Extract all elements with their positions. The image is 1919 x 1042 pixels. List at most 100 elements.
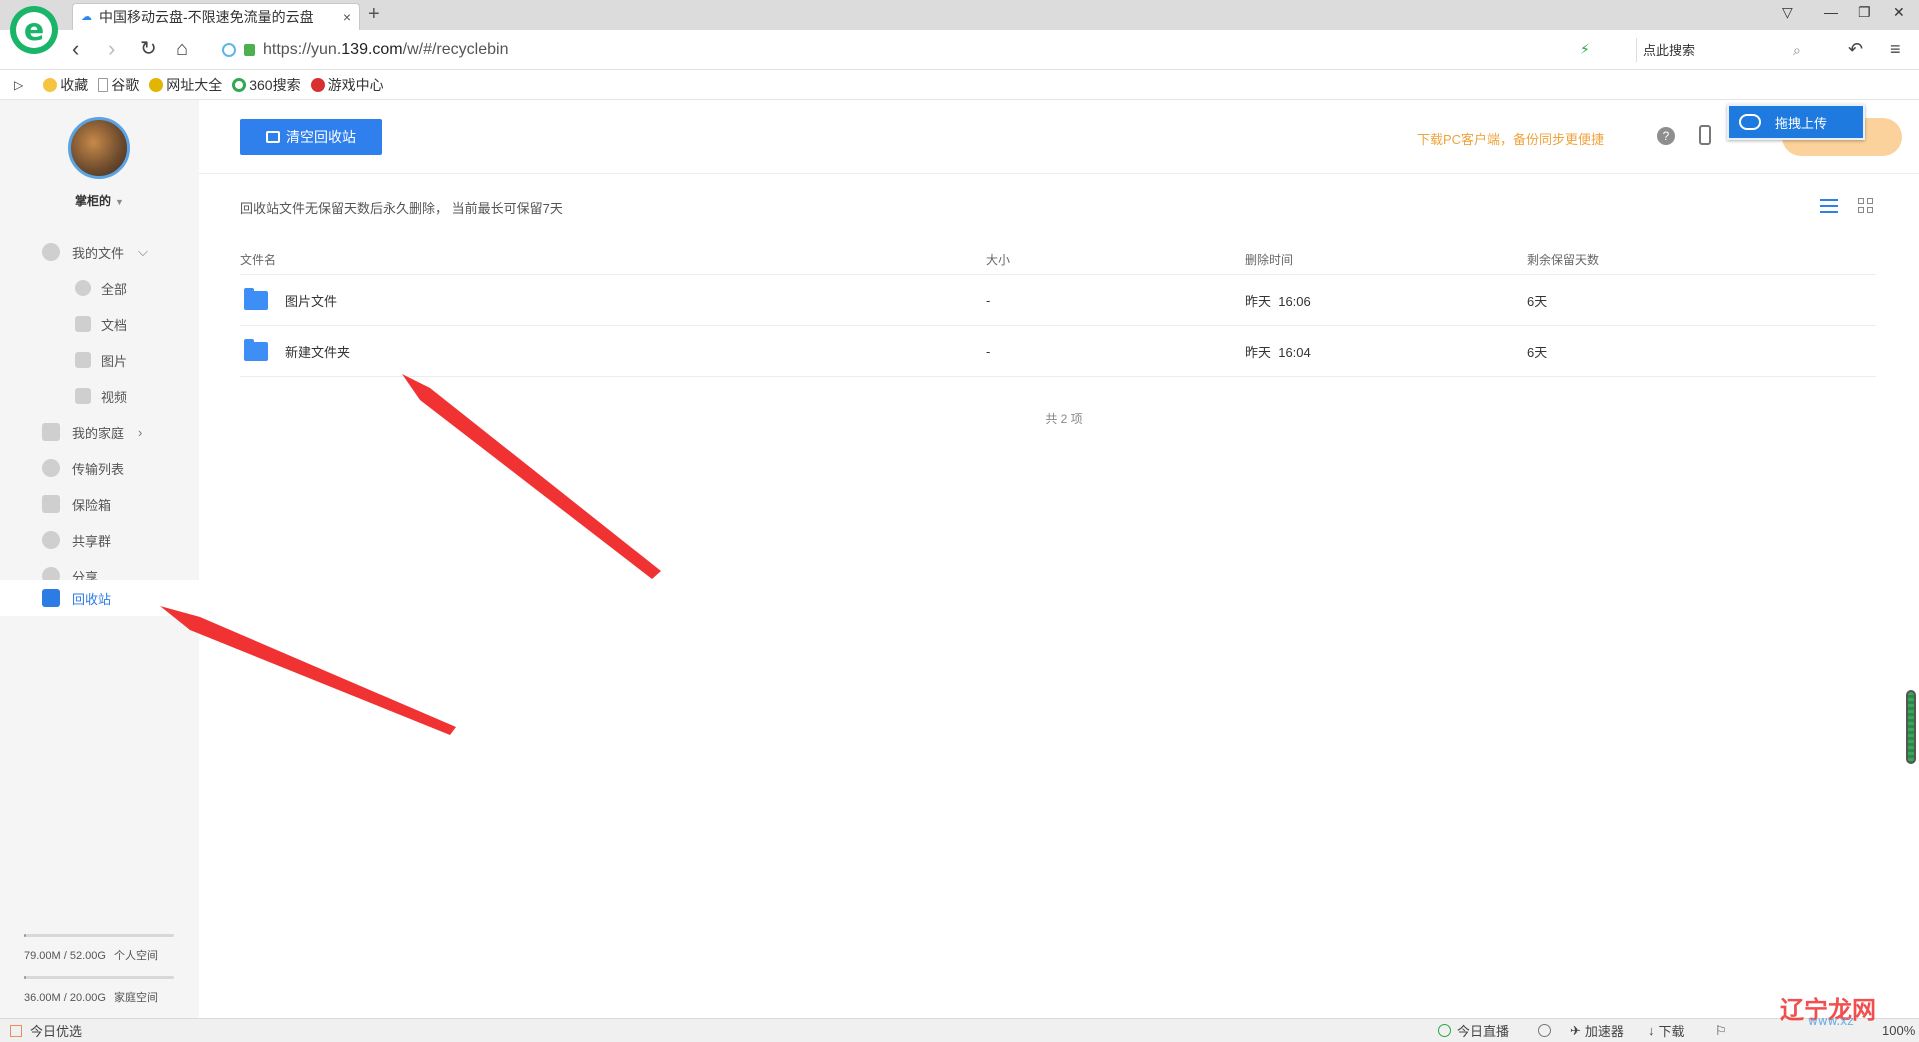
table-row[interactable]: 图片文件 - 昨天 16:06 6天 [240,275,1876,326]
play-icon [1438,1024,1451,1037]
heart-icon [42,423,60,441]
file-size: - [986,343,991,359]
accelerator[interactable]: ✈ 加速器 [1570,1021,1624,1040]
lock-icon [244,44,255,56]
sidebar-item-safe[interactable]: 保险箱 [0,488,199,520]
file-size: - [986,292,991,308]
reload-icon[interactable]: ↻ [140,36,157,62]
list-view-icon[interactable] [1820,199,1838,213]
file-table: 文件名 大小 删除时间 剩余保留天数 图片文件 - 昨天 16:06 6天 新建… [240,245,1876,377]
sidebar-item-family[interactable]: 我的家庭 › [0,416,199,448]
skin-icon[interactable]: ▽ [1782,4,1793,21]
secure-icon [222,43,236,57]
sidebar-item-recycle-bin[interactable]: 回收站 [0,580,199,616]
delete-time: 昨天 16:04 [1245,344,1311,360]
search-icon[interactable]: ⌕ [1793,42,1801,59]
bookmark-favorites[interactable]: 收藏 [43,75,88,95]
sidebar-item-my-files[interactable]: 我的文件 ⌵ [0,236,199,268]
download-pc-client-link[interactable]: 下载PC客户端，备份同步更便捷 [1417,129,1604,148]
star-icon [43,77,58,92]
search-input[interactable] [1643,42,1793,58]
menu-icon[interactable]: ≡ [1890,36,1901,62]
doc-icon [75,316,91,332]
phone-icon[interactable] [1699,125,1711,145]
url-text: https://yun.139.com/w/#/recyclebin [263,41,509,58]
tab-close-icon[interactable]: × [343,9,351,25]
quota-personal: 79.00M / 52.00G 个人空间 [24,934,174,963]
scrollbar-thumb[interactable] [1906,690,1916,764]
empty-recycle-bin-button[interactable]: 清空回收站 [240,119,382,155]
video-icon [75,388,91,404]
folder-icon [244,287,268,310]
toolbar: 清空回收站 下载PC客户端，备份同步更便捷 ? 拖拽上传 [199,100,1919,174]
browser-tab[interactable]: ☁ 中国移动云盘-不限速免流量的云盘 × [72,3,360,30]
table-row[interactable]: 新建文件夹 - 昨天 16:04 6天 [240,326,1876,377]
flag-icon[interactable]: ⚐ [1715,1023,1727,1039]
group-icon [42,531,60,549]
item-count: 共 2 项 [1045,412,1083,426]
lightning-icon[interactable]: ⚡ [1580,36,1590,62]
close-window-button[interactable]: ✕ [1893,4,1905,21]
help-icon[interactable]: ? [1657,127,1675,145]
sidebar-item-all[interactable]: 全部 [0,272,199,304]
trash-icon [42,589,60,607]
table-header: 文件名 大小 删除时间 剩余保留天数 [240,245,1876,275]
download-icon: ↓ [1648,1023,1655,1038]
cloud-favicon-icon: ☁ [81,11,92,23]
safe-icon [42,495,60,513]
drag-upload-button[interactable]: 拖拽上传 [1727,104,1865,140]
bookmark-url-directory[interactable]: 网址大全 [149,75,222,95]
bookmarks-bar: ▷ 收藏 谷歌 网址大全 360搜索 游戏中心 [0,70,1919,100]
sidebar-item-transfers[interactable]: 传输列表 [0,452,199,484]
rocket-icon: ✈ [1570,1022,1581,1038]
chevron-right-icon: › [138,424,143,440]
file-name[interactable]: 图片文件 [285,291,337,310]
search-box[interactable]: ⌕ [1636,38,1820,62]
browser-logo[interactable]: e [10,6,58,54]
refresh-status-icon[interactable] [1538,1024,1557,1037]
column-days-left[interactable]: 剩余保留天数 [1527,251,1876,268]
back-button[interactable]: ‹ [72,36,79,62]
transfer-icon [42,459,60,477]
delete-time: 昨天 16:06 [1245,293,1311,309]
column-delete-time[interactable]: 删除时间 [1245,251,1527,268]
cloud-upload-icon [1739,114,1761,130]
retention-notice: 回收站文件无保留天数后永久删除， 当前最长可保留7天 [240,201,563,216]
sidebar-toggle-icon[interactable]: ▷ [14,78,23,92]
search-360-icon [232,77,247,92]
minimize-button[interactable]: — [1824,4,1838,20]
bookmark-game-center[interactable]: 游戏中心 [310,75,384,95]
restore-button[interactable]: ❐ [1858,4,1871,21]
file-name[interactable]: 新建文件夹 [285,342,350,361]
folder-icon [244,338,268,361]
home-icon[interactable]: ⌂ [176,36,188,62]
sidebar-item-shared-groups[interactable]: 共享群 [0,524,199,556]
today-picks[interactable]: 今日优选 [10,1021,82,1040]
column-name[interactable]: 文件名 [240,251,986,268]
sidebar-item-videos[interactable]: 视频 [0,380,199,412]
forward-button[interactable]: › [108,36,115,62]
undo-icon[interactable]: ↶ [1848,36,1863,62]
bookmark-360-search[interactable]: 360搜索 [232,75,301,95]
sidebar-item-images[interactable]: 图片 [0,344,199,376]
quota-family: 36.00M / 20.00G 家庭空间 [24,976,174,1005]
trash-outline-icon [266,131,280,143]
watermark: 辽宁龙网 www.xz [1780,996,1876,1028]
days-left: 6天 [1527,344,1548,360]
avatar[interactable] [68,117,130,179]
url-field[interactable]: https://yun.139.com/w/#/recyclebin [222,36,1592,64]
globe-icon [149,77,164,92]
sidebar: 掌柜的 ▼ 我的文件 ⌵ 全部 文档 图片 视频 我的家庭 › 传输列表 保险箱 共享… [0,100,199,1018]
gift-icon [10,1024,22,1037]
username[interactable]: 掌柜的 ▼ [0,192,199,209]
new-tab-button[interactable]: + [368,3,380,26]
sidebar-item-documents[interactable]: 文档 [0,308,199,340]
page-icon [98,77,109,92]
today-live[interactable]: 今日直播 [1438,1021,1509,1040]
grid-view-icon[interactable] [1858,198,1874,214]
main-content: 清空回收站 下载PC客户端，备份同步更便捷 ? 拖拽上传 回收站文件无保留天数后… [199,100,1919,1018]
status-bar: 今日优选 今日直播 ✈ 加速器 ↓ 下载 ⚐ 100% [0,1018,1919,1042]
bookmark-google[interactable]: 谷歌 [98,75,139,95]
column-size[interactable]: 大小 [986,251,1245,268]
downloads[interactable]: ↓ 下载 [1648,1021,1685,1040]
